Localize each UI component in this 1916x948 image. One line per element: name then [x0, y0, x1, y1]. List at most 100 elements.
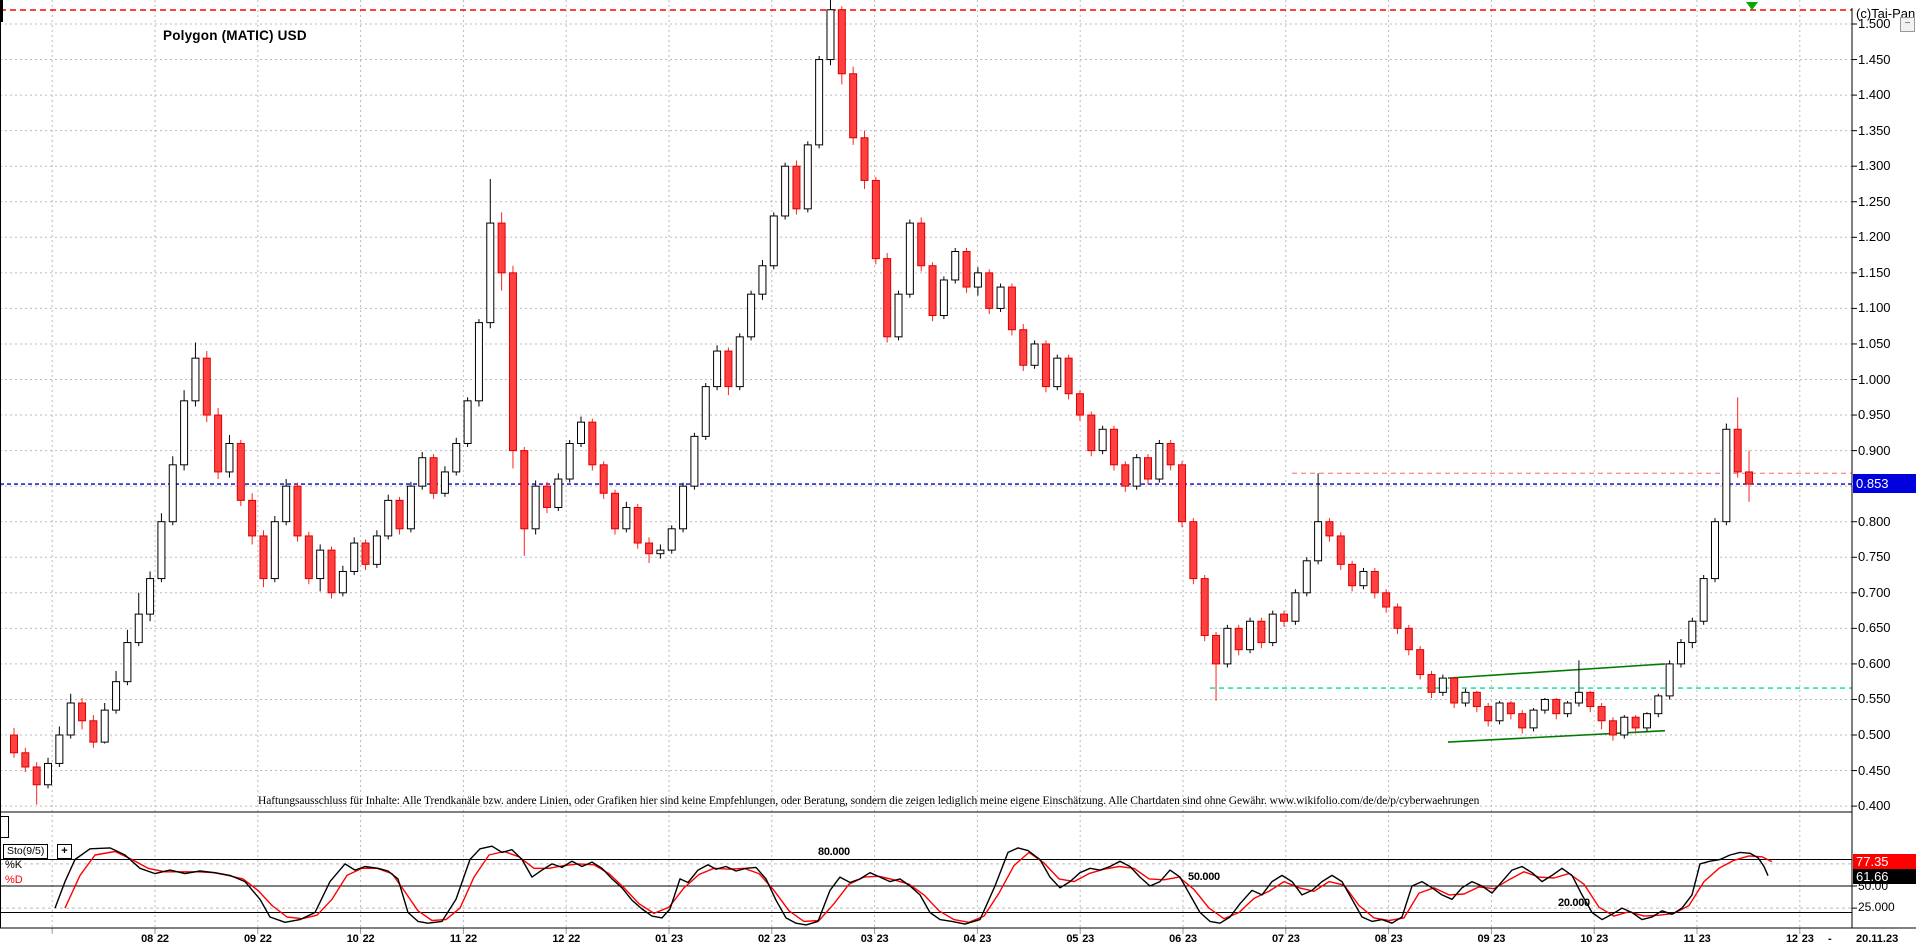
- candle-up: [804, 145, 811, 209]
- candle-up: [997, 287, 1004, 308]
- candle-up: [680, 486, 687, 529]
- price-axis-label: 1.350: [1858, 124, 1914, 138]
- candle-down: [1088, 415, 1095, 451]
- candle-up: [1224, 628, 1231, 664]
- candle-down: [1145, 458, 1152, 479]
- stochastic-d-value-badge: 77.35: [1853, 854, 1916, 869]
- stochastic-d-label: %D: [5, 874, 23, 886]
- candle-down: [33, 767, 40, 785]
- candle-down: [509, 273, 516, 451]
- candle-up: [1360, 571, 1367, 585]
- month-label: 0223: [727, 932, 817, 946]
- candle-down: [1417, 650, 1424, 675]
- candle-down: [11, 735, 18, 753]
- date-axis-end-dash: -: [1828, 932, 1832, 946]
- candle-down: [1213, 635, 1220, 663]
- chart-origin-mark: [0, 0, 3, 22]
- candle-down: [1383, 593, 1390, 607]
- candle-up: [952, 252, 959, 280]
- candle-down: [1428, 675, 1435, 693]
- candle-down: [1394, 607, 1401, 628]
- candle-down: [872, 180, 879, 258]
- candle-up: [1439, 678, 1446, 692]
- candle-up: [1643, 714, 1650, 728]
- candle-up: [940, 280, 947, 316]
- candle-up: [623, 507, 630, 528]
- month-label: 0723: [1241, 932, 1331, 946]
- price-axis-label: 0.650: [1858, 621, 1914, 635]
- stochastic-d-line: [65, 852, 1772, 923]
- trend-channel-lower: [1448, 731, 1665, 742]
- candle-down: [1281, 614, 1288, 621]
- candle-down: [1405, 628, 1412, 649]
- candle-up: [1054, 358, 1061, 386]
- candle-down: [1179, 465, 1186, 522]
- candle-up: [475, 323, 482, 401]
- candle-up: [373, 536, 380, 564]
- month-label: 0822: [110, 932, 200, 946]
- candle-up: [135, 614, 142, 642]
- candle-up: [668, 529, 675, 550]
- candle-up: [147, 579, 154, 615]
- candle-up: [1303, 561, 1310, 593]
- candle-down: [1258, 621, 1265, 642]
- candle-down: [1553, 699, 1560, 713]
- candle-up: [782, 166, 789, 216]
- candle-down: [1485, 707, 1492, 721]
- candle-up: [1677, 643, 1684, 664]
- candle-up: [407, 486, 414, 529]
- price-axis-label: 1.050: [1858, 337, 1914, 351]
- candle-down: [1371, 571, 1378, 592]
- candle-up: [283, 486, 290, 522]
- candle-down: [260, 536, 267, 579]
- candle-up: [1530, 710, 1537, 728]
- month-label: 1022: [316, 932, 406, 946]
- sto-axis-label-25: 25.000: [1858, 901, 1895, 914]
- current-price-badge: 0.853: [1853, 474, 1916, 493]
- candle-up: [1496, 703, 1503, 721]
- candle-up: [906, 223, 913, 294]
- price-axis-label: 1.450: [1858, 53, 1914, 67]
- candle-down: [1020, 330, 1027, 366]
- candle-down: [1519, 714, 1526, 728]
- stochastic-k-value-badge: 61.66: [1853, 869, 1916, 884]
- candle-up: [45, 763, 52, 784]
- candle-down: [1326, 522, 1333, 536]
- month-label: 1123: [1652, 932, 1742, 946]
- price-axis-label: 1.150: [1858, 266, 1914, 280]
- candle-up: [419, 458, 426, 486]
- candle-up: [1689, 621, 1696, 642]
- candle-up: [1564, 703, 1571, 714]
- candle-down: [328, 550, 335, 593]
- candle-up: [714, 351, 721, 387]
- last-date-label: 20.11.23: [1856, 932, 1898, 946]
- candle-down: [1587, 692, 1594, 706]
- candle-up: [1031, 344, 1038, 365]
- candle-down: [861, 138, 868, 181]
- month-label: 0523: [1035, 932, 1125, 946]
- month-label: 0923: [1446, 932, 1536, 946]
- candle-down: [1451, 678, 1458, 703]
- candle-up: [1575, 692, 1582, 703]
- price-axis-label: 0.900: [1858, 444, 1914, 458]
- trend-channel-upper: [1448, 664, 1665, 678]
- add-indicator-button[interactable]: +: [57, 844, 72, 859]
- candle-down: [850, 74, 857, 138]
- candle-down: [1349, 564, 1356, 585]
- panel-splitter-handle[interactable]: [0, 816, 9, 838]
- candle-down: [1609, 721, 1616, 735]
- month-label: 0623: [1138, 932, 1228, 946]
- price-axis-label: 0.500: [1858, 728, 1914, 742]
- indicator-name-box[interactable]: Sto(9/5): [3, 844, 48, 859]
- candle-down: [249, 500, 256, 536]
- candle-up: [1247, 621, 1254, 649]
- price-axis-label: 0.700: [1858, 586, 1914, 600]
- chart-window: Polygon (MATIC) USD (c)Tai-Pan − 1.5001.…: [0, 0, 1916, 948]
- candle-down: [1008, 287, 1015, 330]
- candle-up: [1541, 699, 1548, 710]
- candle-up: [532, 486, 539, 529]
- candle-down: [305, 536, 312, 579]
- candle-up: [339, 571, 346, 592]
- price-axis-label: 0.600: [1858, 657, 1914, 671]
- candle-up: [1666, 664, 1673, 696]
